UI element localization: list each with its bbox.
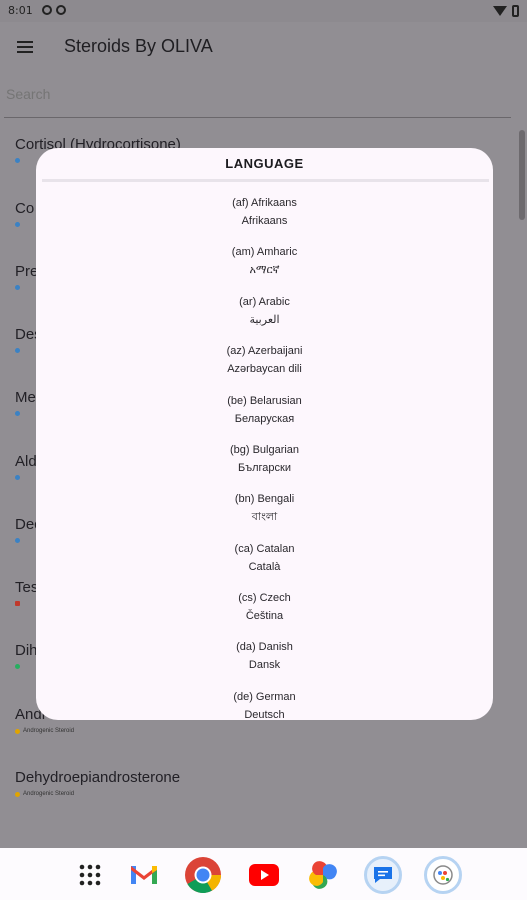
list-item[interactable]: Dehydroepiandrosterone Androgenic Steroi… — [0, 769, 527, 833]
language-option[interactable]: (am) Amharic አማርኛ — [36, 243, 493, 279]
item-name: Pre — [15, 263, 39, 280]
language-option[interactable]: (az) Azerbaijani Azərbaycan dili — [36, 342, 493, 378]
language-native: Azərbaycan dili — [227, 363, 302, 375]
language-code: (bg) Bulgarian — [229, 444, 300, 456]
language-code: (ca) Catalan — [234, 543, 295, 555]
language-option[interactable]: (bn) Bengali বাংলা — [36, 490, 493, 526]
item-name: Me — [15, 389, 36, 406]
dialog-title: LANGUAGE — [225, 156, 304, 171]
item-badge — [15, 664, 20, 669]
search-underline — [4, 117, 511, 118]
item-badge — [15, 475, 20, 480]
language-native: Afrikaans — [241, 215, 288, 227]
language-native: አማርኛ — [249, 264, 280, 276]
item-category: Androgenic Steroid — [23, 791, 75, 797]
notification-icon — [56, 5, 66, 15]
item-badge — [15, 222, 20, 227]
status-time: 8:01 — [8, 4, 33, 17]
wifi-icon — [493, 6, 507, 16]
language-option[interactable]: (af) Afrikaans Afrikaans — [36, 194, 493, 230]
language-code: (de) German — [233, 691, 296, 703]
language-native: Беларуская — [234, 413, 295, 425]
dialog-divider — [42, 179, 489, 182]
language-code: (da) Danish — [236, 641, 293, 653]
language-option[interactable]: (cs) Czech Čeština — [36, 589, 493, 625]
system-icons — [493, 5, 519, 17]
language-option[interactable]: (ar) Arabic العربية — [36, 293, 493, 329]
item-badge: Androgenic Steroid — [15, 791, 74, 797]
language-code: (bn) Bengali — [234, 493, 295, 505]
language-native: العربية — [249, 314, 280, 326]
language-native: Български — [238, 462, 291, 474]
item-badge — [15, 601, 20, 606]
item-badge — [15, 348, 20, 353]
scrollbar[interactable] — [519, 130, 525, 220]
language-native: Čeština — [245, 610, 284, 622]
language-code: (af) Afrikaans — [232, 197, 297, 209]
language-native: Deutsch — [244, 709, 285, 720]
messages-icon[interactable] — [364, 856, 402, 894]
item-badge — [15, 411, 20, 416]
item-name: Tes — [15, 579, 39, 596]
assistant-icon[interactable] — [424, 856, 462, 894]
item-badge — [15, 285, 20, 290]
search-area — [0, 72, 527, 120]
app-bar: Steroids By OLIVA — [0, 22, 527, 72]
language-code: (cs) Czech — [238, 592, 291, 604]
language-code: (be) Belarusian — [227, 395, 302, 407]
notification-icons — [42, 5, 66, 15]
notification-icon — [42, 5, 52, 15]
item-name: Co — [15, 200, 35, 217]
language-code: (ar) Arabic — [239, 296, 290, 308]
youtube-icon[interactable] — [245, 856, 283, 894]
item-name: Ald — [15, 453, 37, 470]
status-bar: 8:01 — [0, 0, 527, 22]
item-badge — [15, 538, 20, 543]
chrome-icon[interactable] — [184, 856, 222, 894]
language-native: বাংলা — [251, 511, 278, 523]
battery-icon — [512, 5, 519, 17]
item-badge: Androgenic Steroid — [15, 728, 74, 734]
language-code: (az) Azerbaijani — [226, 345, 303, 357]
language-option[interactable]: (ca) Catalan Català — [36, 540, 493, 576]
item-category: Androgenic Steroid — [23, 728, 75, 734]
menu-icon[interactable] — [17, 41, 33, 53]
app-title: Steroids By OLIVA — [64, 36, 213, 56]
item-name: Dih — [15, 642, 38, 659]
language-option[interactable]: (bg) Bulgarian Български — [36, 441, 493, 477]
language-dialog: LANGUAGE (af) Afrikaans Afrikaans (am) A… — [36, 148, 493, 720]
language-option[interactable]: (da) Danish Dansk — [36, 638, 493, 674]
item-name: Dehydroepiandrosterone — [15, 769, 181, 786]
photos-icon[interactable] — [304, 856, 342, 894]
language-native: Català — [248, 561, 281, 573]
search-input[interactable] — [6, 86, 506, 102]
language-option[interactable]: (be) Belarusian Беларуская — [36, 392, 493, 428]
app-drawer-icon[interactable] — [71, 856, 109, 894]
gmail-icon[interactable] — [125, 856, 163, 894]
language-option[interactable]: (de) German Deutsch — [36, 688, 493, 720]
item-badge — [15, 158, 20, 163]
app-dock — [0, 848, 527, 900]
language-code: (am) Amharic — [231, 246, 298, 258]
language-native: Dansk — [248, 659, 281, 671]
